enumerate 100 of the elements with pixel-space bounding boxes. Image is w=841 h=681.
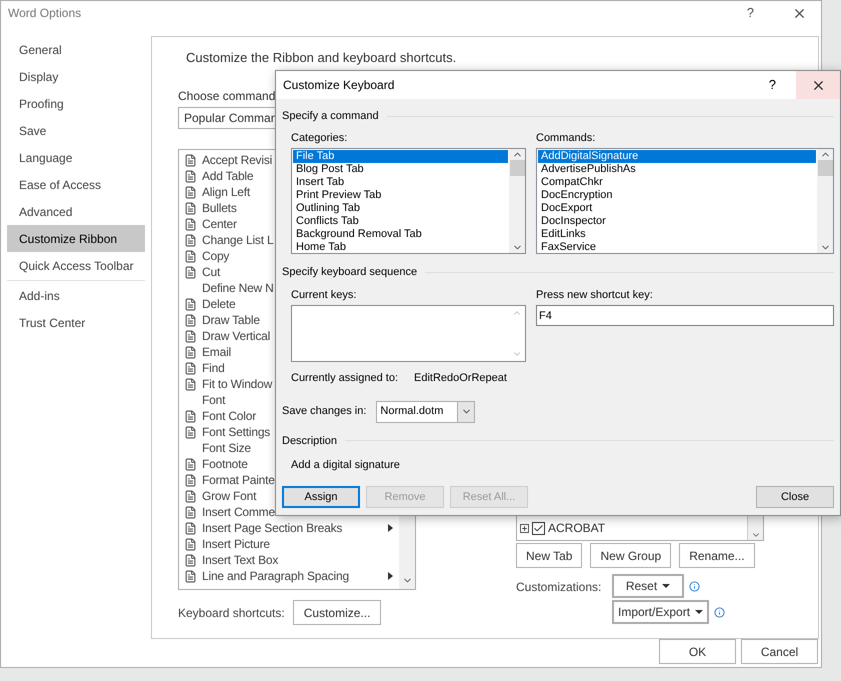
info-icon[interactable] <box>714 606 726 618</box>
scrollbar[interactable] <box>817 149 833 253</box>
command-item[interactable]: Font Settings <box>202 423 270 441</box>
command-item[interactable]: Accept Revisi <box>202 151 272 169</box>
command-icon <box>184 298 197 310</box>
scrollbar[interactable] <box>747 516 763 540</box>
nav-item[interactable]: Display <box>7 63 145 90</box>
command-icon <box>184 378 197 390</box>
list-item[interactable]: File Tab <box>293 150 508 163</box>
nav-item[interactable]: Advanced <box>7 198 145 225</box>
field-label: Categories: <box>291 130 348 146</box>
nav-item[interactable]: General <box>7 36 145 63</box>
ribbon-button[interactable]: New Group <box>590 543 672 568</box>
customize-button[interactable]: Customize... <box>292 600 382 625</box>
command-item[interactable]: Center <box>202 215 237 233</box>
scrollbar[interactable] <box>509 149 525 253</box>
command-item[interactable]: Footnote <box>202 455 248 473</box>
nav-item[interactable]: Trust Center <box>7 309 145 336</box>
command-item[interactable]: Font Size <box>202 439 251 457</box>
nav-item[interactable]: Language <box>7 144 145 171</box>
save-location-dropdown[interactable]: Normal.dotm <box>376 400 476 422</box>
command-icon <box>184 266 197 278</box>
list-item[interactable]: FaxService <box>538 241 816 253</box>
list-item[interactable]: Insert Tab <box>293 176 508 189</box>
expand-icon[interactable] <box>520 524 529 532</box>
command-icon <box>184 202 197 214</box>
list-item[interactable]: AddDigitalSignature <box>538 150 816 163</box>
ribbon-button[interactable]: New Tab <box>516 543 582 568</box>
nav-item[interactable]: Proofing <box>7 90 145 117</box>
command-icon <box>184 474 197 486</box>
help-button[interactable]: ? <box>768 75 776 95</box>
command-icon <box>184 346 197 358</box>
command-item[interactable]: Bullets <box>202 199 237 217</box>
nav-item[interactable]: Ease of Access <box>7 171 145 198</box>
submenu-arrow-icon <box>388 572 393 580</box>
command-item[interactable]: Grow Font <box>202 487 256 505</box>
command-item[interactable]: Find <box>202 359 225 377</box>
list-item[interactable]: Conflicts Tab <box>293 215 508 228</box>
command-item[interactable]: Insert Text Box <box>202 551 278 569</box>
dialog-title: Customize Keyboard <box>283 77 394 94</box>
list-item[interactable]: CompatChkr <box>538 176 816 189</box>
command-icon <box>184 314 197 326</box>
command-icon <box>184 250 197 262</box>
nav-item[interactable]: Customize Ribbon <box>7 225 145 252</box>
list-item[interactable]: DocInspector <box>538 215 816 228</box>
command-icon <box>184 218 197 230</box>
assigned-command: EditRedoOrRepeat <box>414 371 507 386</box>
dialog-button[interactable]: Assign <box>282 486 360 508</box>
current-keys-list[interactable] <box>291 305 526 362</box>
nav-item[interactable]: Add-ins <box>7 282 145 309</box>
list-item[interactable]: Print Preview Tab <box>293 189 508 202</box>
list-item[interactable]: AdvertisePublishAs <box>538 163 816 176</box>
command-item[interactable]: Cut <box>202 263 220 281</box>
scroll-thumb[interactable] <box>818 160 832 176</box>
field-label: Current keys: <box>291 288 356 302</box>
footer-button[interactable]: Cancel <box>741 639 818 664</box>
command-item[interactable]: Line and Paragraph Spacing <box>202 567 349 585</box>
command-item[interactable]: Delete <box>202 295 236 313</box>
command-item[interactable]: Email <box>202 343 232 361</box>
nav-item[interactable]: Save <box>7 117 145 144</box>
section-heading: Specify keyboard sequence <box>282 265 418 280</box>
command-item[interactable]: Change List L <box>202 231 274 249</box>
command-icon <box>184 410 197 422</box>
reset-button[interactable]: Reset <box>612 574 684 598</box>
list-item[interactable]: Outlining Tab <box>293 202 508 215</box>
list-item[interactable]: Background Removal Tab <box>293 228 508 241</box>
scroll-thumb[interactable] <box>510 160 524 176</box>
close-dialog-button[interactable]: Close <box>756 486 834 508</box>
command-item[interactable]: Fit to Window <box>202 375 272 393</box>
command-item[interactable]: Insert Page Section Breaks <box>202 519 342 537</box>
command-item[interactable]: Font Color <box>202 407 256 425</box>
command-item[interactable]: Define New N <box>202 279 274 297</box>
info-icon[interactable] <box>689 580 700 592</box>
list-item[interactable]: Blog Post Tab <box>293 163 508 176</box>
command-icon <box>184 330 197 342</box>
help-button[interactable]: ? <box>746 3 754 23</box>
command-item[interactable]: Copy <box>202 247 230 265</box>
submenu-arrow-icon <box>388 524 393 532</box>
command-item[interactable]: Insert Comme <box>202 503 275 521</box>
ribbon-button[interactable]: Rename... <box>679 543 755 568</box>
command-item[interactable]: Insert Picture <box>202 535 270 553</box>
shortcut-key-field[interactable]: F4 <box>536 305 834 326</box>
command-item[interactable]: Draw Vertical <box>202 327 270 345</box>
command-item[interactable]: Add Table <box>202 167 254 185</box>
list-item[interactable]: Home Tab <box>293 241 508 253</box>
dropdown-arrow-icon <box>695 610 704 614</box>
import-export-button[interactable]: Import/Export <box>612 600 710 624</box>
list-item[interactable]: DocEncryption <box>538 189 816 202</box>
checkbox[interactable] <box>532 522 545 534</box>
command-item[interactable]: Draw Table <box>202 311 260 329</box>
nav-item[interactable]: Quick Access Toolbar <box>7 252 145 279</box>
footer-button[interactable]: OK <box>659 639 736 664</box>
command-item[interactable]: Format Painte <box>202 471 275 489</box>
dropdown-arrow-icon <box>662 584 670 588</box>
tree-item[interactable]: ACROBAT <box>548 519 606 537</box>
command-icon <box>184 538 197 550</box>
command-item[interactable]: Font <box>202 391 226 409</box>
list-item[interactable]: DocExport <box>538 202 816 215</box>
command-item[interactable]: Align Left <box>202 183 250 201</box>
list-item[interactable]: EditLinks <box>538 228 816 241</box>
